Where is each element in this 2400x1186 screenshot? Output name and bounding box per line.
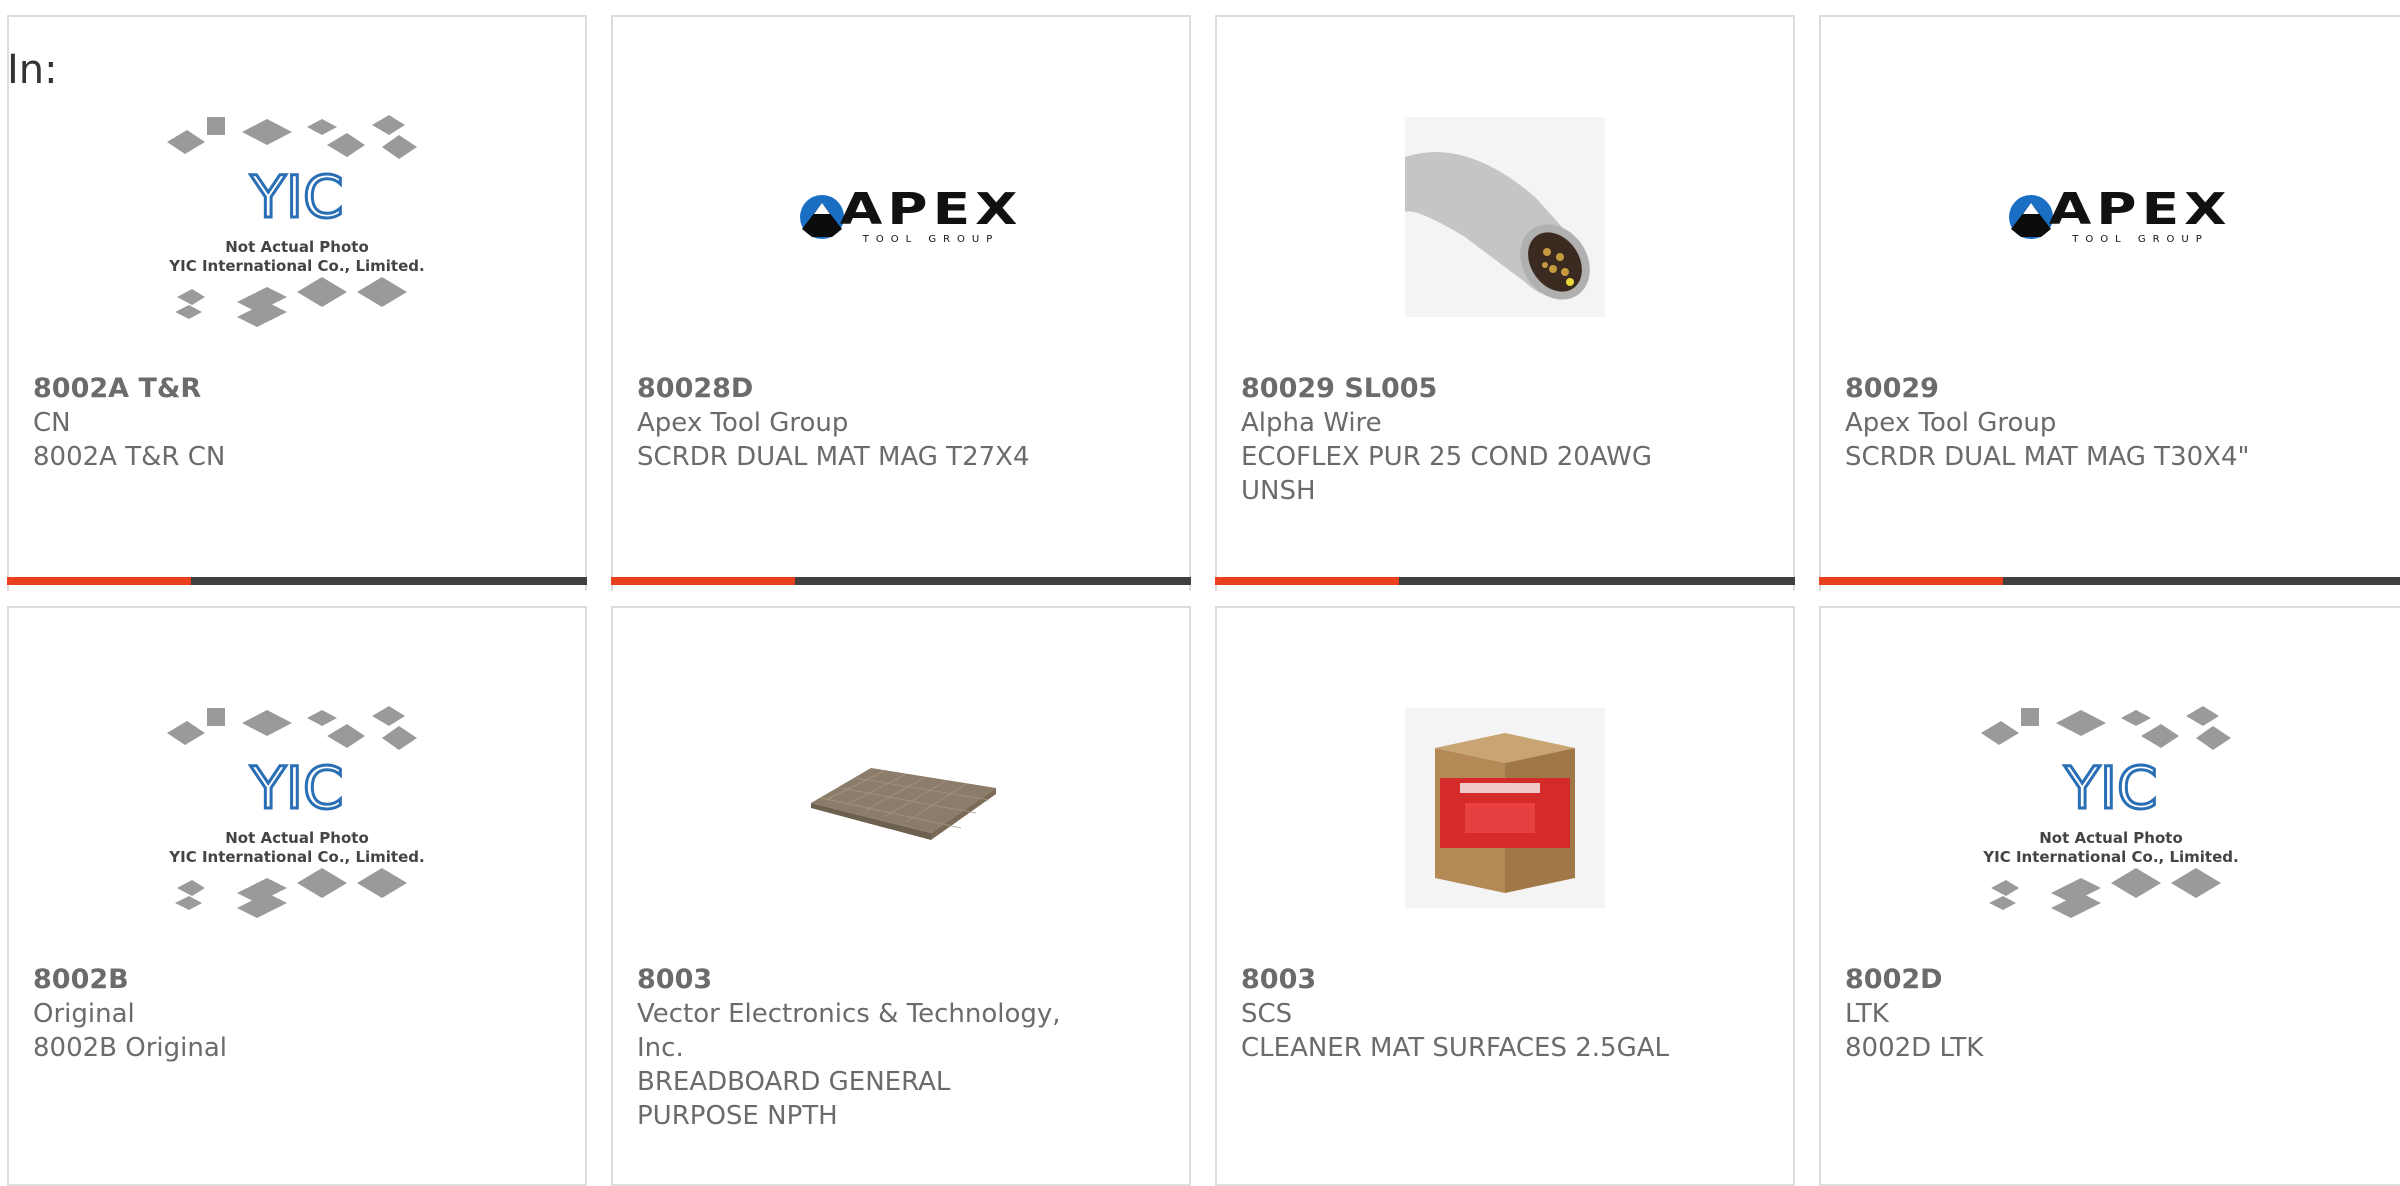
card-bottom-bar: [611, 577, 1191, 585]
cable-photo: [1405, 117, 1605, 317]
manufacturer: Original: [33, 999, 135, 1029]
manufacturer: Alpha Wire: [1241, 408, 1382, 438]
part-number[interactable]: 8002B: [33, 963, 553, 997]
svg-text:Not Actual Photo: Not Actual Photo: [225, 829, 369, 847]
svg-text:YIC: YIC: [249, 754, 343, 822]
filter-label: In:: [7, 47, 58, 93]
apex-logo-icon: [799, 195, 844, 239]
product-image[interactable]: APEX TOOL GROUP: [613, 67, 1189, 367]
manufacturer: LTK: [1845, 999, 1889, 1029]
description: 8002D LTK: [1845, 1033, 1984, 1063]
svg-text:YIC International Co., Limited: YIC International Co., Limited.: [1982, 848, 2238, 866]
manufacturer: Vector Electronics & Technology, Inc.: [637, 999, 1061, 1063]
description: CLEANER MAT SURFACES 2.5GAL: [1241, 1033, 1670, 1063]
manufacturer: CN: [33, 408, 71, 438]
product-card[interactable]: YIC Not Actual Photo YIC International C…: [7, 15, 587, 591]
card-bottom-bar: [1215, 577, 1795, 585]
part-number[interactable]: 8002D: [1845, 963, 2365, 997]
svg-text:YIC International Co., Limited: YIC International Co., Limited.: [168, 257, 424, 275]
svg-text:YIC: YIC: [2063, 754, 2157, 822]
part-number[interactable]: 8003: [637, 963, 1157, 997]
apex-logo: APEX TOOL GROUP: [2007, 188, 2227, 246]
manufacturer: Apex Tool Group: [637, 408, 849, 438]
card-bottom-bar: [7, 577, 587, 585]
breadboard-photo: [811, 768, 996, 840]
description: 8002A T&R CN: [33, 442, 226, 472]
product-card[interactable]: YIC Not Actual Photo YIC International C…: [1819, 606, 2400, 1186]
svg-text:YIC International Co., Limited: YIC International Co., Limited.: [168, 848, 424, 866]
manufacturer: Apex Tool Group: [1845, 408, 2057, 438]
product-image[interactable]: APEX TOOL GROUP: [1821, 67, 2400, 367]
svg-text:Not Actual Photo: Not Actual Photo: [225, 238, 369, 256]
description: SCRDR DUAL MAT MAG T27X4: [637, 442, 1030, 472]
svg-text:YIC: YIC: [249, 163, 343, 231]
description: BREADBOARD GENERAL PURPOSE NPTH: [637, 1067, 951, 1131]
part-number[interactable]: 8002A T&R: [33, 372, 553, 406]
product-card[interactable]: YIC Not Actual Photo YIC International C…: [7, 606, 587, 1186]
description: 8002B Original: [33, 1033, 228, 1063]
description: SCRDR DUAL MAT MAG T30X4": [1845, 442, 2250, 472]
card-bottom-bar: [1819, 577, 2400, 585]
cleaner-box-photo: [1405, 708, 1605, 908]
svg-text:Not Actual Photo: Not Actual Photo: [2039, 829, 2183, 847]
part-number[interactable]: 80028D: [637, 372, 1157, 406]
product-card[interactable]: 8003 Vector Electronics & Technology, In…: [611, 606, 1191, 1186]
product-image[interactable]: [1217, 67, 1793, 367]
yic-placeholder-image: YIC Not Actual Photo YIC International C…: [1980, 706, 2238, 918]
apex-logo: APEX TOOL GROUP: [798, 188, 1017, 246]
product-image[interactable]: [1217, 658, 1793, 958]
manufacturer: SCS: [1241, 999, 1293, 1029]
product-image[interactable]: [613, 658, 1189, 958]
part-number[interactable]: 80029 SL005: [1241, 372, 1761, 406]
product-image[interactable]: YIC Not Actual Photo YIC International C…: [9, 67, 585, 367]
yic-placeholder-image: YIC Not Actual Photo YIC International C…: [167, 706, 425, 918]
product-card[interactable]: APEX TOOL GROUP 80029 Apex Tool Group SC…: [1819, 15, 2400, 591]
product-card[interactable]: 80029 SL005 Alpha Wire ECOFLEX PUR 25 CO…: [1215, 15, 1795, 591]
product-card[interactable]: 8003 SCS CLEANER MAT SURFACES 2.5GAL: [1215, 606, 1795, 1186]
product-card[interactable]: APEX TOOL GROUP 80028D Apex Tool Group S…: [611, 15, 1191, 591]
description: ECOFLEX PUR 25 COND 20AWG UNSH: [1241, 442, 1653, 506]
product-image[interactable]: YIC Not Actual Photo YIC International C…: [9, 658, 585, 958]
part-number[interactable]: 80029: [1845, 372, 2365, 406]
yic-placeholder-image: YIC Not Actual Photo YIC International C…: [167, 115, 425, 327]
part-number[interactable]: 8003: [1241, 963, 1761, 997]
product-image[interactable]: YIC Not Actual Photo YIC International C…: [1821, 658, 2400, 958]
